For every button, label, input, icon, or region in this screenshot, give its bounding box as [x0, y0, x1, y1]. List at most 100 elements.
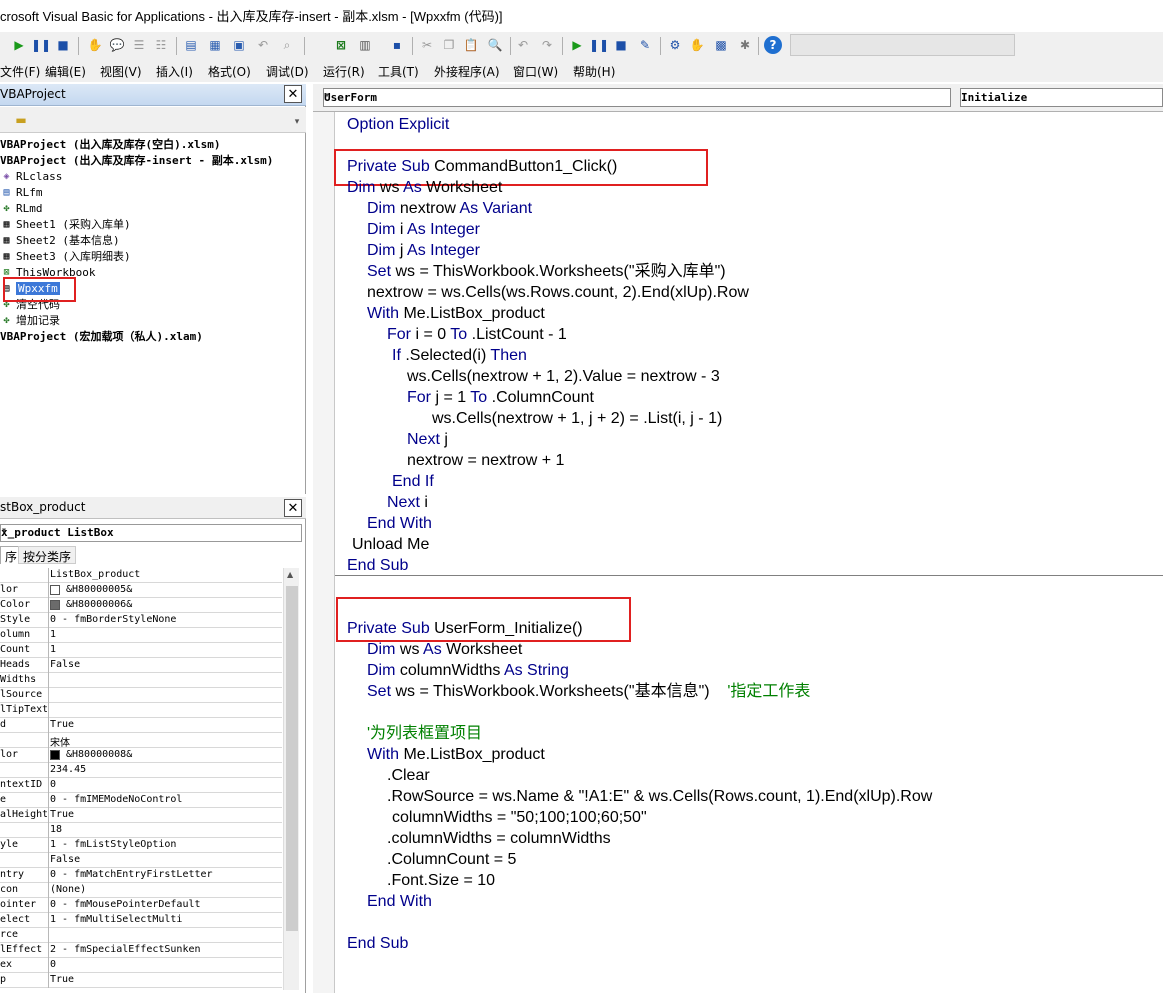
property-value-cell[interactable]: False — [50, 854, 280, 865]
code-line[interactable]: nextrow = ws.Cells(ws.Rows.count, 2).End… — [367, 282, 749, 303]
tree-node[interactable]: ✤ 增加记录 — [0, 312, 60, 328]
property-row[interactable]: lor &H80000005& — [0, 583, 282, 598]
procedure-dropdown[interactable]: Initialize — [960, 88, 1163, 107]
save-icon[interactable]: ▪ — [388, 36, 406, 54]
tree-node-selected[interactable]: ▤ Wpxxfm — [0, 280, 60, 296]
property-row[interactable]: lor &H80000008& — [0, 748, 282, 763]
menu-view[interactable]: 视图(V) — [100, 63, 142, 80]
property-value-cell[interactable]: False — [50, 659, 280, 670]
code-line[interactable]: ws.Cells(nextrow + 1, j + 2) = .List(i, … — [432, 408, 722, 429]
property-value-cell[interactable]: 0 — [50, 779, 280, 790]
tree-node[interactable]: ▤ RLfm — [0, 184, 42, 200]
property-value-cell[interactable]: 0 - fmIMEModeNoControl — [50, 794, 280, 805]
code-line[interactable]: .Clear — [387, 765, 430, 786]
property-value-cell[interactable]: True — [50, 719, 280, 730]
property-row[interactable]: d True — [0, 718, 282, 733]
scroll-up-icon[interactable]: ▲ — [287, 570, 293, 579]
property-value-cell[interactable]: (None) — [50, 884, 280, 895]
property-value-cell[interactable]: 0 - fmMousePointerDefault — [50, 899, 280, 910]
property-row[interactable]: con (None) — [0, 883, 282, 898]
copy-icon[interactable]: ❐ — [440, 36, 458, 54]
tree-node[interactable]: ◈ RLclass — [0, 168, 62, 184]
code-line[interactable]: Private Sub CommandButton1_Click() — [347, 156, 617, 177]
paste-icon[interactable]: 📋 — [462, 36, 480, 54]
property-row[interactable]: p True — [0, 973, 282, 988]
code-line[interactable]: .ColumnCount = 5 — [387, 849, 516, 870]
property-row[interactable]: lSource — [0, 688, 282, 703]
uncomment-block-icon[interactable]: ☷ — [152, 36, 170, 54]
code-line[interactable]: Dim ws As Worksheet — [367, 639, 522, 660]
module-tb-icon[interactable]: ▦ — [206, 36, 224, 54]
menu-addins[interactable]: 外接程序(A) — [434, 63, 500, 80]
code-line[interactable]: For j = 1 To .ColumnCount — [407, 387, 594, 408]
tree-node[interactable]: VBAProject (宏加载项（私人).xlam) — [0, 328, 203, 344]
property-value-cell[interactable]: 2 - fmSpecialEffectSunken — [50, 944, 280, 955]
userform-tb-icon[interactable]: ▤ — [182, 36, 200, 54]
cut-icon[interactable]: ✂ — [418, 36, 436, 54]
menu-format[interactable]: 格式(O) — [208, 63, 251, 80]
property-value-cell[interactable]: True — [50, 809, 280, 820]
tree-node[interactable]: ▦ Sheet1 (采购入库单) — [0, 216, 130, 232]
menu-file[interactable]: 文件(F) — [0, 63, 40, 80]
toolbar-position-box[interactable] — [790, 34, 1015, 56]
toggle-folders-icon[interactable]: ▬ — [12, 111, 30, 129]
properties-scrollbar[interactable]: ▲ — [283, 568, 299, 990]
comment-icon[interactable]: 💬 — [108, 36, 126, 54]
property-value-cell[interactable]: 1 - fmMultiSelectMulti — [50, 914, 280, 925]
property-row[interactable]: rce — [0, 928, 282, 943]
scrollbar-thumb[interactable] — [286, 586, 298, 931]
design-mode-icon[interactable]: ✎ — [636, 36, 654, 54]
code-line[interactable]: Private Sub UserForm_Initialize() — [347, 618, 583, 639]
code-line[interactable]: columnWidths = "50;100;100;60;50" — [392, 807, 647, 828]
find-icon[interactable]: 🔍 — [486, 36, 504, 54]
run-sub-icon[interactable]: ▶ — [568, 36, 586, 54]
help-icon[interactable]: ? — [764, 36, 782, 54]
code-editor[interactable]: Option Explicit Private Sub CommandButton… — [313, 112, 1163, 993]
menu-edit[interactable]: 编辑(E) — [45, 63, 86, 80]
property-row[interactable]: ointer 0 - fmMousePointerDefault — [0, 898, 282, 913]
menu-debug[interactable]: 调试(D) — [266, 63, 309, 80]
code-line[interactable]: If .Selected(i) Then — [392, 345, 527, 366]
property-row[interactable]: False — [0, 853, 282, 868]
menu-run[interactable]: 运行(R) — [323, 63, 365, 80]
tree-node[interactable]: ✤ RLmd — [0, 200, 42, 216]
property-value-cell[interactable]: 1 — [50, 644, 280, 655]
tab-categorized[interactable]: 按分类序 — [18, 546, 77, 564]
property-row[interactable]: elect 1 - fmMultiSelectMulti — [0, 913, 282, 928]
hand-icon[interactable]: ✋ — [86, 36, 104, 54]
explorer-icon[interactable]: ▣ — [230, 36, 248, 54]
comment-block-icon[interactable]: ☰ — [130, 36, 148, 54]
close-icon[interactable]: ✕ — [284, 85, 302, 103]
code-line[interactable]: For i = 0 To .ListCount - 1 — [387, 324, 567, 345]
property-value-cell[interactable]: ListBox_product — [50, 569, 280, 580]
property-value-cell[interactable]: 0 — [50, 959, 280, 970]
run-icon[interactable]: ▶ — [10, 36, 28, 54]
chevron-down-icon[interactable]: ▾ — [292, 113, 302, 131]
code-line[interactable]: Dim nextrow As Variant — [367, 198, 532, 219]
code-line[interactable]: End Sub — [347, 933, 408, 954]
property-row[interactable]: lTipText — [0, 703, 282, 718]
code-line[interactable]: End Sub — [347, 555, 408, 576]
insert-userform-icon[interactable]: ▥ — [356, 36, 374, 54]
property-row[interactable]: Widths — [0, 673, 282, 688]
tree-node[interactable]: VBAProject (出入库及库存(空白).xlsm) — [0, 136, 220, 152]
property-row[interactable]: ListBox_product — [0, 568, 282, 583]
object-select[interactable]: x_product ListBox ▾ — [0, 524, 302, 542]
property-row[interactable]: Count 1 — [0, 643, 282, 658]
property-row[interactable]: ntry 0 - fmMatchEntryFirstLetter — [0, 868, 282, 883]
undo-tb-icon[interactable]: ↶ — [254, 36, 272, 54]
property-value-cell[interactable]: 1 - fmListStyleOption — [50, 839, 280, 850]
property-value-cell[interactable]: &H80000006& — [50, 599, 280, 610]
property-value-cell[interactable]: &H80000008& — [50, 749, 280, 760]
code-line[interactable]: Option Explicit — [347, 114, 449, 135]
reset-icon[interactable]: ■ — [54, 36, 72, 54]
find-tb-icon[interactable]: ⌕ — [278, 36, 296, 54]
code-line[interactable]: End With — [367, 513, 432, 534]
code-line[interactable]: End With — [367, 891, 432, 912]
redo-icon[interactable]: ↷ — [538, 36, 556, 54]
code-line[interactable]: End If — [392, 471, 434, 492]
property-row[interactable]: Style 0 - fmBorderStyleNone — [0, 613, 282, 628]
toolbox-icon[interactable]: ✱ — [736, 36, 754, 54]
menu-insert[interactable]: 插入(I) — [156, 63, 193, 80]
property-value-cell[interactable]: 1 — [50, 629, 280, 640]
